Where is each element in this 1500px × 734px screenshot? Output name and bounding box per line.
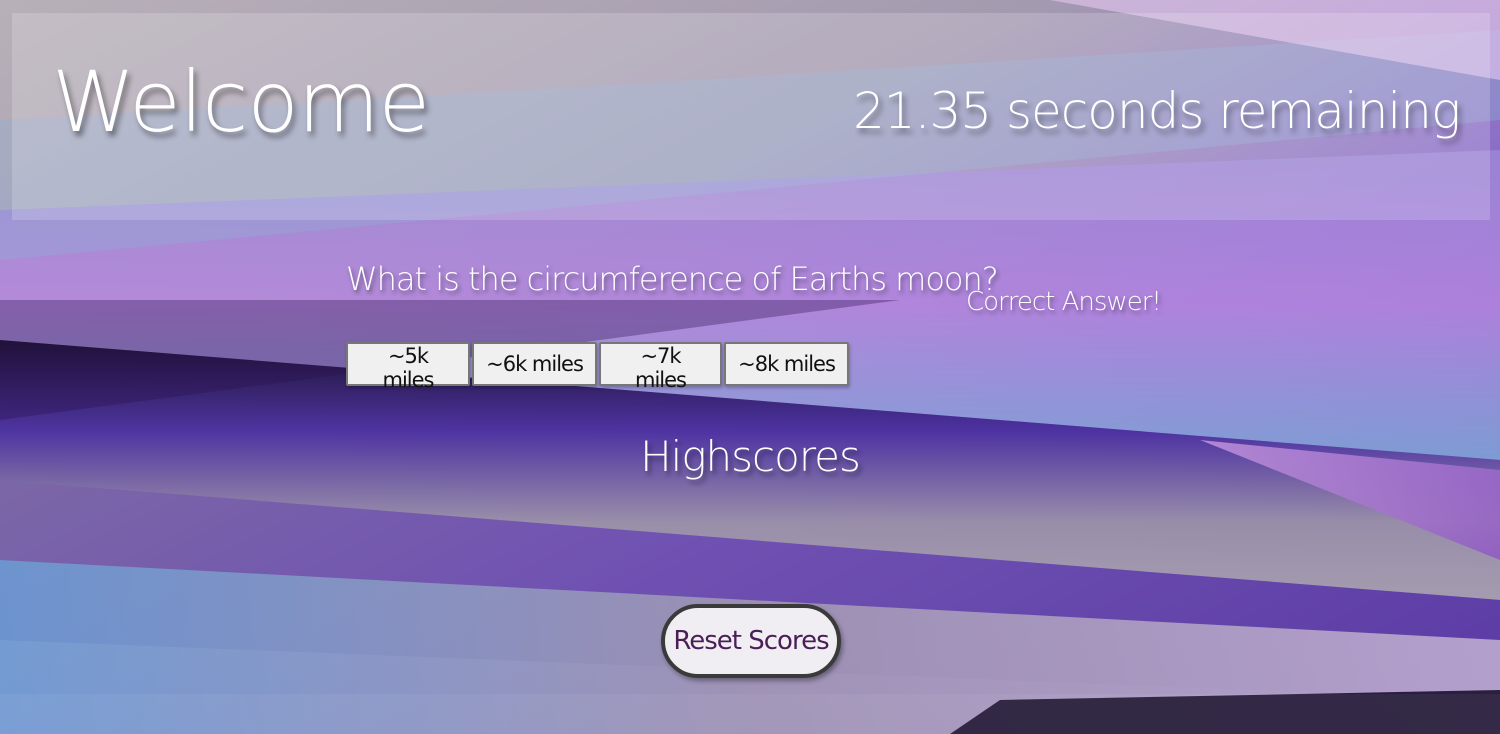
highscores-heading: Highscores bbox=[640, 432, 861, 481]
footer-band bbox=[0, 694, 1500, 734]
answer-button-6k[interactable]: ~6k miles bbox=[472, 342, 597, 386]
answer-button-8k[interactable]: ~8k miles bbox=[724, 342, 849, 386]
timer-value: 21.35 bbox=[852, 82, 992, 140]
question-text: What is the circumference of Earths moon… bbox=[346, 260, 999, 298]
reset-scores-button[interactable]: Reset Scores bbox=[661, 604, 841, 678]
answer-options: ~5k miles ~6k miles ~7k miles ~8k miles bbox=[346, 342, 849, 392]
highscores-list bbox=[600, 500, 900, 590]
timer-suffix: seconds remaining bbox=[1006, 82, 1461, 140]
answer-button-5k[interactable]: ~5k miles bbox=[346, 342, 470, 392]
answer-feedback: Correct Answer! bbox=[966, 287, 1162, 317]
answer-button-7k[interactable]: ~7k miles bbox=[599, 342, 722, 392]
quiz-app: Welcome 21.35 seconds remaining What is … bbox=[0, 0, 1500, 734]
page-title: Welcome bbox=[52, 53, 430, 151]
countdown-timer: 21.35 seconds remaining bbox=[853, 86, 1461, 136]
